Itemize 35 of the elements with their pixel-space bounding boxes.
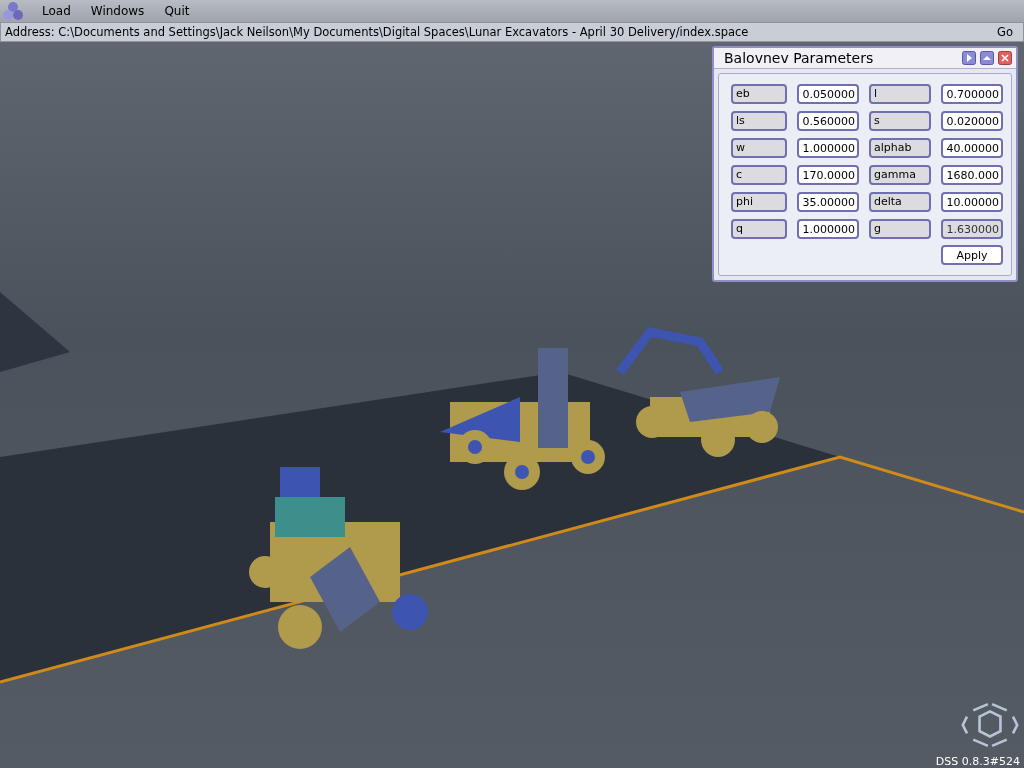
address-bar[interactable]: Address: C:\Documents and Settings\Jack Neilson\My Documents\Digital Spaces\Lunar Excavators - April 30 Delivery/index.space Go <box>0 22 1024 42</box>
parameter-field[interactable]: 35.00000 <box>797 192 859 212</box>
parameter-field[interactable]: 40.00000 <box>941 138 1003 158</box>
parameter-label: phi <box>731 192 787 212</box>
parameter-field[interactable]: 10.00000 <box>941 192 1003 212</box>
address-text: Address: C:\Documents and Settings\Jack Neilson\My Documents\Digital Spaces\Lunar Excavators - April 30 Delivery/index.space <box>5 25 749 39</box>
parameter-label: l <box>869 84 931 104</box>
parameter-field[interactable]: 0.020000 <box>941 111 1003 131</box>
parameter-label: gamma <box>869 165 931 185</box>
arrow-right-icon[interactable] <box>962 51 976 65</box>
parameter-label: q <box>731 219 787 239</box>
parameter-field[interactable]: 170.0000 <box>797 165 859 185</box>
close-icon[interactable] <box>998 51 1012 65</box>
parameter-label: alphab <box>869 138 931 158</box>
parameter-field[interactable]: 1.000000 <box>797 138 859 158</box>
parameter-field[interactable]: 0.560000 <box>797 111 859 131</box>
parameter-label: g <box>869 219 931 239</box>
parameter-field[interactable]: 0.700000 <box>941 84 1003 104</box>
collapse-icon[interactable] <box>980 51 994 65</box>
version-label: DSS 0.8.3#524 <box>935 755 1020 768</box>
parameter-field[interactable]: 0.050000 <box>797 84 859 104</box>
parameter-label: delta <box>869 192 931 212</box>
parameter-label: w <box>731 138 787 158</box>
menu-item[interactable]: Load <box>34 4 79 18</box>
menu-item[interactable]: Windows <box>82 4 153 18</box>
parameter-label: ls <box>731 111 787 131</box>
parameter-field[interactable]: 1.000000 <box>797 219 859 239</box>
parameter-field[interactable]: 1680.000 <box>941 165 1003 185</box>
parameter-label: s <box>869 111 931 131</box>
parameter-label: c <box>731 165 787 185</box>
dialog-title: Balovnev Parameters <box>724 50 875 66</box>
go-button[interactable]: Go <box>991 25 1019 39</box>
menu-item[interactable]: Quit <box>156 4 198 18</box>
parameter-label: eb <box>731 84 787 104</box>
apply-button[interactable]: Apply <box>941 245 1003 265</box>
